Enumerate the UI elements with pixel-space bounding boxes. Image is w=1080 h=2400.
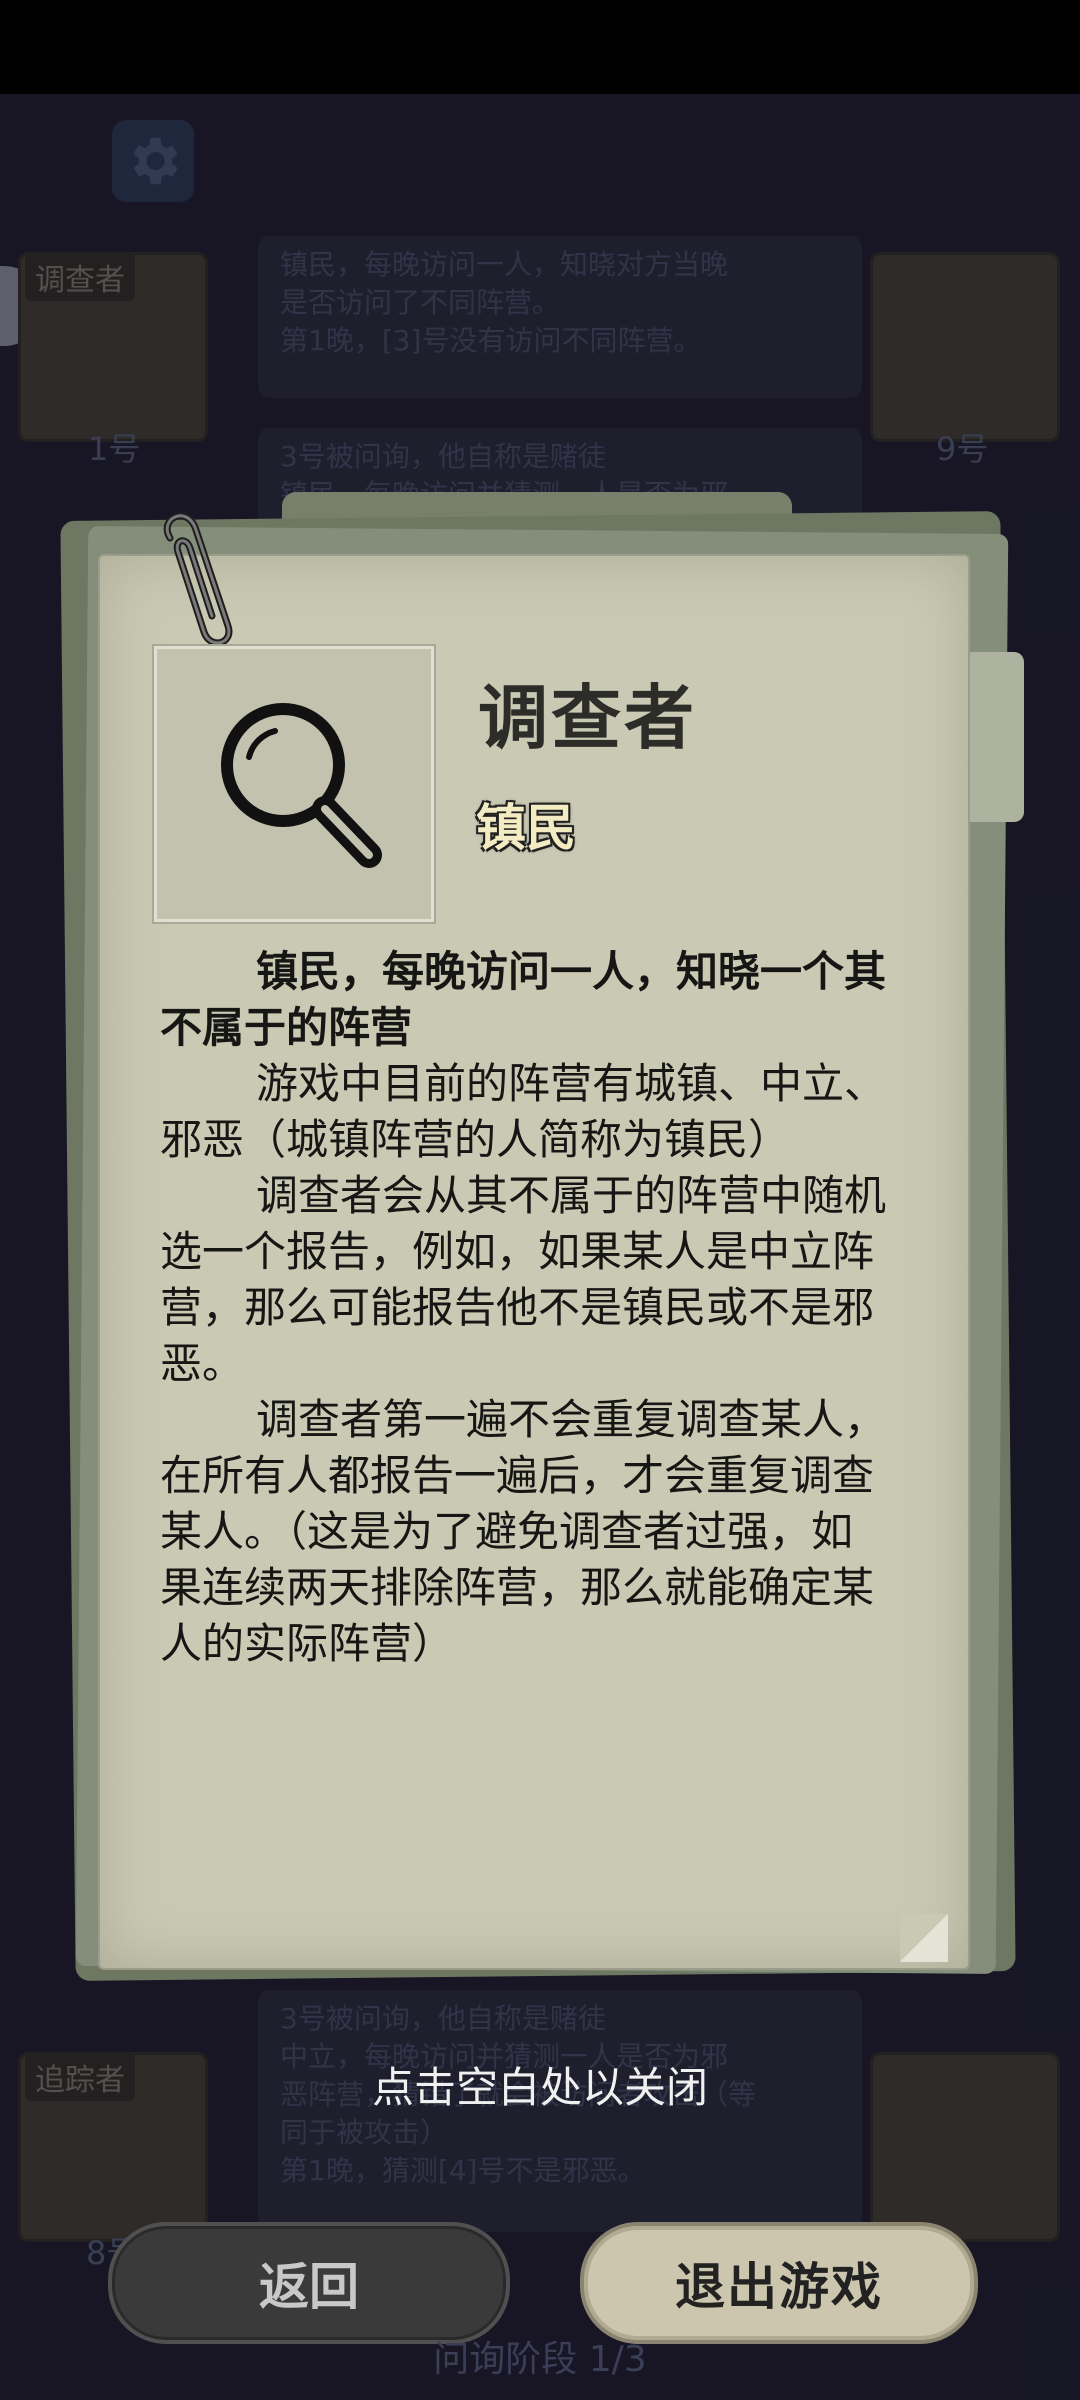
role-title: 调查者 [478, 677, 697, 759]
magnifier-icon [221, 703, 382, 868]
description-paragraph: 镇民，每晚访问一人，知晓一个其不属于的阵营 [160, 947, 887, 1052]
paper-corner-fold [900, 1914, 948, 1962]
back-button[interactable]: 返回 [108, 2222, 510, 2344]
description-paragraph: 游戏中目前的阵营有城镇、中立、邪恶（城镇阵营的人简称为镇民） [160, 1059, 887, 1164]
status-bar [0, 0, 1080, 94]
phase-indicator: 问询阶段 1/3 [433, 2339, 647, 2380]
description-paragraph: 调查者会从其不属于的阵营中随机选一个报告，例如，如果某人是中立阵营，那么可能报告… [160, 1171, 887, 1388]
role-icon-frame [154, 646, 434, 922]
exit-game-button[interactable]: 退出游戏 [580, 2222, 978, 2344]
role-description: 镇民，每晚访问一人，知晓一个其不属于的阵营 游戏中目前的阵营有城镇、中立、邪恶（… [160, 944, 890, 1672]
paperclip-icon [163, 512, 233, 647]
description-paragraph: 调查者第一遍不会重复调查某人，在所有人都报告一遍后，才会重复调查某人。（这是为了… [160, 1395, 887, 1668]
role-faction: 镇民 [476, 799, 576, 857]
close-hint: 点击空白处以关闭 [371, 2063, 708, 2112]
